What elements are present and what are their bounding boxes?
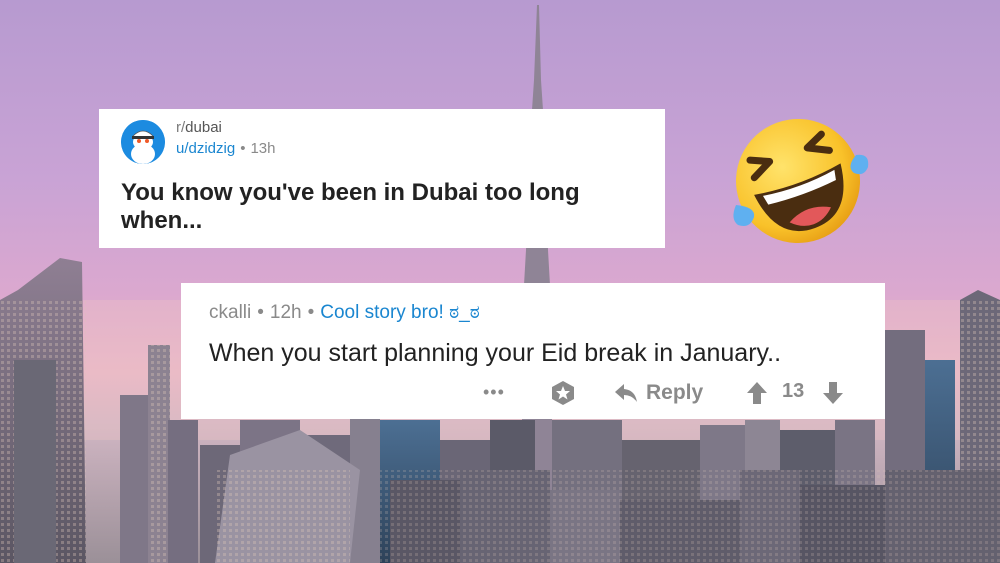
comment-card: ckalli • 12h • Cool story bro! ಠ_ಠ When you …: [181, 283, 885, 419]
post-card[interactable]: r/dubai u/dzidzig • 13h You know you've be…: [99, 109, 665, 248]
more-dots-icon[interactable]: •••: [483, 379, 507, 407]
comment-actions-bar: ••• Reply 13: [181, 379, 885, 409]
comment-body: When you start planning your Eid break i…: [209, 339, 782, 367]
user-flair: Cool story bro! ಠ_ಠ: [320, 302, 480, 323]
reply-label: Reply: [646, 381, 704, 404]
subreddit-name[interactable]: dubai: [185, 119, 222, 136]
background-scene: r/dubai u/dzidzig • 13h You know you've be…: [0, 0, 1000, 563]
rolling-on-floor-laughing-emoji: [728, 113, 873, 248]
post-author-link[interactable]: u/dzidzig: [176, 140, 235, 157]
meta-separator: •: [257, 302, 264, 323]
post-meta: u/dzidzig • 13h: [176, 140, 276, 157]
subreddit-label[interactable]: r/dubai: [176, 119, 222, 136]
arrow-up-icon[interactable]: [746, 381, 768, 405]
meta-separator: •: [307, 302, 315, 323]
reply-arrow-icon: [615, 384, 637, 402]
post-timestamp: 13h: [250, 140, 276, 157]
post-title[interactable]: You know you've been in Dubai too long w…: [121, 179, 641, 235]
dubai-skyline-background: [0, 5, 1000, 563]
comment-meta: ckalli • 12h • Cool story bro! ಠ_ಠ: [209, 302, 480, 324]
comment-author-link[interactable]: ckalli: [209, 302, 251, 323]
vote-count: 13: [782, 380, 805, 402]
subreddit-avatar-icon[interactable]: [121, 120, 165, 164]
award-icon[interactable]: [550, 380, 576, 406]
reply-button[interactable]: Reply: [614, 379, 703, 407]
comment-timestamp: 12h: [269, 302, 302, 323]
meta-separator: •: [240, 140, 246, 157]
subreddit-prefix: r/: [176, 119, 186, 136]
arrow-down-icon[interactable]: [822, 381, 844, 405]
